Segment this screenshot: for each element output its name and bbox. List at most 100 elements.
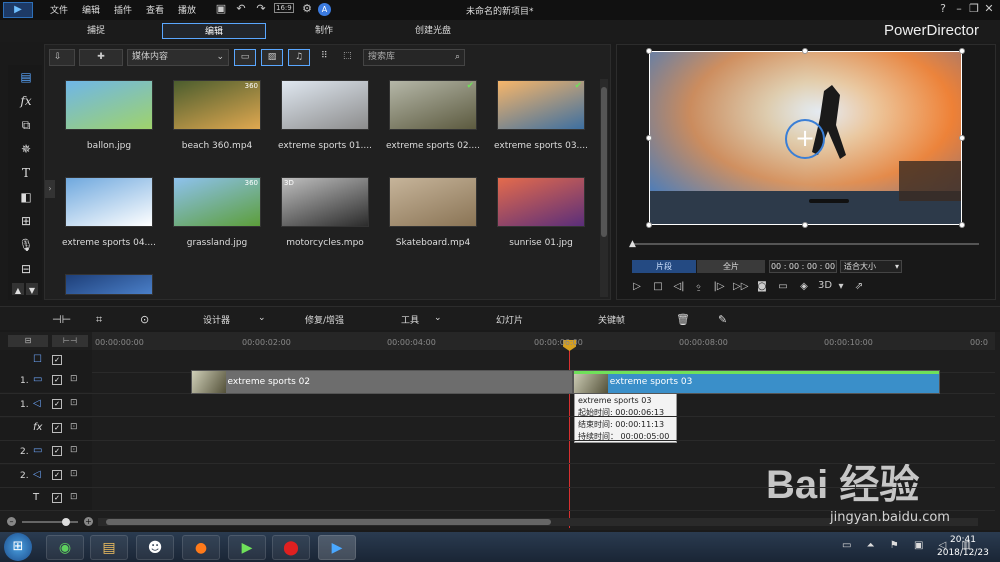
mode-edit[interactable]: 编辑 (162, 23, 266, 39)
transition-icon[interactable]: ◧ (18, 189, 34, 205)
qq-icon[interactable]: ☻ (136, 535, 174, 560)
prev-frame-icon[interactable]: ◁| (672, 280, 686, 294)
chapter-icon[interactable]: ⊟ (18, 261, 34, 277)
media-thumbnail[interactable] (65, 177, 153, 227)
3d-button[interactable]: 3D (818, 280, 832, 291)
library-scrollbar[interactable] (600, 79, 608, 297)
scrollbar-thumb[interactable] (601, 87, 607, 237)
save-icon[interactable]: ▣ (214, 2, 228, 16)
track-enable-checkbox[interactable]: ✓ (52, 446, 62, 456)
play-icon[interactable]: ▷ (630, 280, 644, 294)
lock-icon[interactable]: ⊡ (70, 469, 78, 479)
snapshot-icon[interactable]: ◙ (755, 280, 769, 294)
fix-enhance-button[interactable]: 修复/增强 (305, 313, 344, 326)
media-thumbnail[interactable]: ✔ (389, 80, 477, 130)
resize-handle[interactable] (646, 222, 652, 228)
media-thumbnail[interactable]: 360 (173, 80, 261, 130)
menu-edit[interactable]: 编辑 (82, 3, 100, 16)
track-enable-checkbox[interactable]: ✓ (52, 423, 62, 433)
mode-produce[interactable]: 制作 (284, 23, 364, 39)
record-icon[interactable]: ⬤ (272, 535, 310, 560)
media-thumbnail[interactable]: ✔ (497, 80, 585, 130)
chevron-down-icon[interactable]: ⌄ (434, 313, 442, 323)
split-track-icon[interactable]: ⊣⊢ (52, 313, 71, 326)
aspect-ratio-icon[interactable]: 16:9 (274, 3, 294, 13)
edit-icon[interactable]: ✎ (718, 313, 727, 326)
restore-icon[interactable]: ❐ (967, 2, 981, 16)
split-icon[interactable]: ⍚ (692, 280, 706, 294)
track-enable-checkbox[interactable]: ✓ (52, 493, 62, 503)
resize-handle[interactable] (802, 222, 808, 228)
track-enable-checkbox[interactable]: ✓ (52, 375, 62, 385)
firefox-icon[interactable]: ● (182, 535, 220, 560)
powerdirector-icon[interactable]: ▶ (318, 535, 356, 560)
resize-handle[interactable] (646, 48, 652, 54)
fast-forward-icon[interactable]: ▷▷ (733, 280, 748, 294)
track-enable-checkbox[interactable]: ✓ (52, 399, 62, 409)
media-thumbnail[interactable] (281, 80, 369, 130)
resize-handle[interactable] (646, 135, 652, 141)
redo-icon[interactable]: ↷ (254, 2, 268, 16)
resize-handle[interactable] (959, 135, 965, 141)
resize-handle[interactable] (959, 48, 965, 54)
designer-button[interactable]: 设计器 (203, 313, 230, 326)
crop-icon[interactable]: ⌗ (96, 313, 102, 327)
particle-icon[interactable]: ✵ (18, 141, 34, 157)
pip-icon[interactable]: ⧉ (18, 117, 34, 133)
3d-dropdown-icon[interactable]: ▾ (834, 280, 848, 294)
lock-icon[interactable]: ⊡ (70, 398, 78, 408)
clock-time[interactable]: 20:41 (950, 535, 976, 545)
settings-icon[interactable]: ⚙ (300, 2, 314, 16)
browser-icon[interactable]: ◉ (46, 535, 84, 560)
subtitle-icon[interactable]: ▭ (776, 280, 790, 294)
menu-plugins[interactable]: 插件 (114, 3, 132, 16)
hscroll-thumb[interactable] (106, 519, 551, 525)
zoom-slider-thumb[interactable] (62, 518, 70, 526)
title-icon[interactable]: T (18, 165, 34, 181)
track-view-button[interactable]: ⊟ (8, 335, 48, 347)
trash-icon[interactable]: 🗑 (676, 313, 690, 326)
media-thumbnail[interactable] (389, 177, 477, 227)
undo-icon[interactable]: ↶ (234, 2, 248, 16)
lock-icon[interactable]: ⊡ (70, 374, 78, 384)
account-icon[interactable]: A (318, 3, 331, 16)
media-player-icon[interactable]: ▶ (228, 535, 266, 560)
preview-seek-bar[interactable] (633, 243, 979, 245)
fx-icon[interactable]: fx (18, 93, 34, 109)
track-enable-checkbox[interactable]: ✓ (52, 355, 62, 365)
slideshow-button[interactable]: 幻灯片 (496, 313, 523, 326)
tab-full[interactable]: 全片 (697, 260, 765, 273)
close-icon[interactable]: ✕ (982, 2, 996, 16)
media-thumbnail[interactable]: 360 (173, 177, 261, 227)
zoom-in-icon[interactable]: + (84, 517, 93, 526)
track-enable-checkbox[interactable]: ✓ (52, 470, 62, 480)
media-thumbnail[interactable]: 3D (281, 177, 369, 227)
tools-button[interactable]: 工具 (401, 313, 419, 326)
resize-handle[interactable] (959, 222, 965, 228)
stop-icon[interactable]: □ (651, 280, 665, 294)
scroll-up-icon[interactable]: ▲ (12, 283, 24, 295)
fit-dropdown[interactable]: 适合大小 ▾ (840, 260, 902, 273)
mode-create-disc[interactable]: 创建光盘 (392, 23, 474, 39)
timecode-display[interactable]: 00 : 00 : 00 : 00 (769, 260, 837, 273)
timeline-clip[interactable]: extreme sports 03 (572, 370, 941, 394)
scroll-down-icon[interactable]: ▼ (26, 283, 38, 295)
undock-icon[interactable]: ⇗ (852, 280, 866, 294)
chevron-icon[interactable]: ⊙ (140, 313, 149, 326)
lock-icon[interactable]: ⊡ (70, 422, 78, 432)
audio-mixing-icon[interactable]: ⊞ (18, 213, 34, 229)
timeline-clip[interactable]: extreme sports 02 (190, 370, 573, 394)
fit-timeline-button[interactable]: ⊢⊣ (52, 335, 88, 347)
voiceover-icon[interactable]: 🎙 (18, 237, 34, 253)
mode-capture[interactable]: 捕捉 (56, 23, 136, 39)
tab-clip[interactable]: 片段 (632, 260, 696, 273)
menu-file[interactable]: 文件 (50, 3, 68, 16)
menu-play[interactable]: 播放 (178, 3, 196, 16)
media-thumbnail[interactable] (497, 177, 585, 227)
clock-date[interactable]: 2018/12/23 (937, 548, 989, 558)
lock-icon[interactable]: ⊡ (70, 445, 78, 455)
media-thumbnail[interactable] (65, 274, 153, 295)
minimize-icon[interactable]: – (952, 2, 966, 16)
volume-icon[interactable]: ◈ (797, 280, 811, 294)
media-thumbnail[interactable] (65, 80, 153, 130)
